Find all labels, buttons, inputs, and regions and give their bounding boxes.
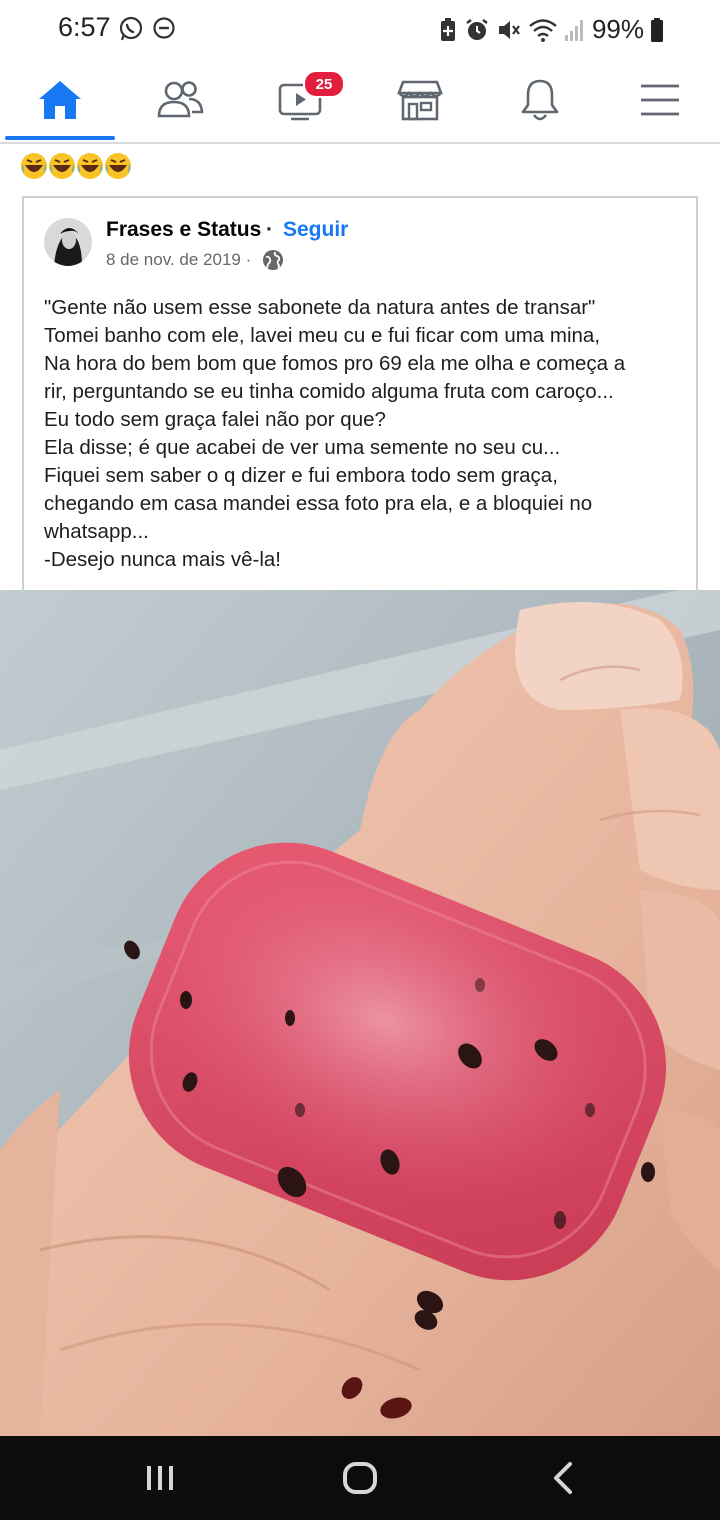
battery-icon (651, 17, 663, 42)
notifications-icon (521, 79, 559, 121)
recents-icon[interactable] (142, 1458, 178, 1498)
home-button-icon[interactable] (341, 1458, 379, 1498)
battery-saver-icon (440, 17, 455, 41)
home-icon (39, 81, 81, 119)
post-date-text: 8 de nov. de 2019 (106, 250, 241, 269)
author-avatar-image (44, 218, 92, 266)
status-time: 6:57 (58, 12, 111, 42)
caption-emojis: 😂😂😂😂 (20, 150, 132, 182)
tab-friends[interactable] (125, 58, 235, 142)
follow-button[interactable]: Seguir (283, 218, 348, 242)
post-author[interactable]: Frases e Status (106, 218, 261, 242)
laughing-emoji-icon (21, 153, 131, 179)
wifi-icon (529, 18, 557, 42)
date-separator: · (245, 250, 252, 269)
tab-marketplace[interactable] (365, 58, 475, 142)
follow-separator: · (266, 218, 273, 241)
post-body-text: "Gente não usem esse sabonete da natura … (44, 296, 626, 571)
whatsapp-icon (119, 16, 143, 41)
photo-image (0, 590, 720, 1436)
battery-percentage: 99% (591, 14, 644, 44)
tab-watch[interactable]: 25 (245, 58, 355, 142)
friends-icon (157, 81, 204, 118)
active-tab-indicator (5, 136, 115, 140)
mute-icon (498, 20, 520, 39)
alarm-icon (466, 18, 488, 40)
shared-post: Frases e Status · Seguir 8 de nov. de 20… (22, 196, 698, 616)
marketplace-icon (397, 80, 443, 121)
dnd-icon (153, 17, 175, 39)
tab-home[interactable] (5, 58, 115, 142)
top-navigation: 25 (0, 58, 720, 144)
post-date[interactable]: 8 de nov. de 2019 · (106, 250, 251, 270)
tab-menu[interactable] (605, 58, 715, 142)
globe-icon (263, 250, 283, 270)
watch-notification-badge: 25 (303, 70, 345, 98)
signal-icon (564, 19, 583, 41)
post-photo[interactable] (0, 590, 720, 1436)
back-icon[interactable] (548, 1458, 578, 1498)
status-bar: 6:57 99% (0, 0, 720, 58)
tab-notifications[interactable] (485, 58, 595, 142)
avatar[interactable] (44, 218, 92, 266)
system-navigation-bar (0, 1436, 720, 1520)
menu-icon (641, 84, 679, 116)
